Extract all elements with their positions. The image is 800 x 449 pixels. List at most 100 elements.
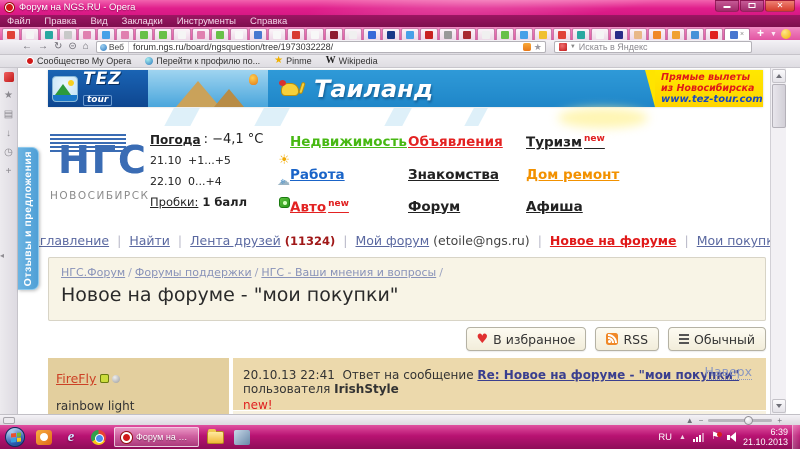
site-link-ads[interactable]: Объявленияnew — [408, 134, 526, 151]
favorite-button[interactable]: ♥ В избранное — [466, 327, 587, 351]
scroll-up-button[interactable] — [772, 69, 786, 83]
back-to-top-link[interactable]: Наверх — [705, 364, 752, 380]
browser-tab[interactable] — [116, 28, 134, 40]
menu-help[interactable]: Справка — [250, 16, 287, 27]
browser-tab[interactable] — [21, 28, 39, 40]
show-desktop-button[interactable] — [792, 425, 800, 449]
taskbar-explorer-folder-icon[interactable] — [204, 427, 226, 447]
close-button[interactable]: ✕ — [765, 0, 795, 12]
maximize-button[interactable] — [740, 0, 764, 12]
browser-tab[interactable] — [629, 28, 647, 40]
browser-tab[interactable] — [667, 28, 685, 40]
site-link-tourism[interactable]: Туризмnew — [526, 134, 636, 151]
zoom-out-icon[interactable]: − — [699, 417, 704, 425]
volume-icon[interactable] — [727, 432, 736, 442]
ngs-logo[interactable]: НГС — [58, 138, 148, 182]
browser-tab[interactable] — [268, 28, 286, 40]
network-icon[interactable] — [693, 433, 704, 442]
browser-tab[interactable] — [382, 28, 400, 40]
taskbar-internet-explorer-icon[interactable]: e — [60, 427, 82, 447]
site-link-realty[interactable]: Недвижимостьnew — [290, 134, 408, 151]
browser-tab[interactable] — [40, 28, 58, 40]
rewind-button[interactable]: ⊝ — [68, 42, 76, 52]
browser-tab[interactable] — [686, 28, 704, 40]
browser-tab[interactable] — [534, 28, 552, 40]
browser-tab[interactable] — [135, 28, 153, 40]
site-link-home-repair[interactable]: Дом ремонтnew — [526, 167, 636, 183]
add-panel-icon[interactable]: + — [6, 167, 12, 177]
menu-bookmarks[interactable]: Закладки — [122, 16, 163, 27]
new-tab-button[interactable]: + — [757, 27, 764, 39]
zoom-slider-track[interactable] — [708, 419, 772, 422]
site-link-dating[interactable]: Знакомстваnew — [408, 167, 526, 183]
browser-tab[interactable] — [420, 28, 438, 40]
browser-tab[interactable] — [705, 28, 723, 40]
site-link-afisha[interactable]: Афишаnew — [526, 199, 636, 216]
menu-file[interactable]: Файл — [7, 16, 30, 27]
bookmark-wikipedia[interactable]: WWikipedia — [326, 56, 378, 66]
home-button[interactable]: ⌂ — [83, 42, 89, 52]
menu-edit[interactable]: Правка — [44, 16, 76, 27]
start-button[interactable] — [5, 427, 25, 447]
author-link[interactable]: FireFly — [56, 371, 96, 386]
browser-tab[interactable] — [439, 28, 457, 40]
browser-tab[interactable] — [401, 28, 419, 40]
search-engine-dropdown-icon[interactable]: ▼ — [570, 44, 576, 50]
site-link-jobs[interactable]: Работаnew — [290, 167, 408, 183]
history-panel-icon[interactable]: ◷ — [4, 148, 13, 158]
zoom-in-icon[interactable]: + — [777, 417, 782, 425]
tab-list-dropdown-icon[interactable]: ▼ — [770, 31, 777, 38]
search-placeholder[interactable]: Искать в Яндекс — [579, 42, 648, 52]
traffic-label[interactable]: Пробки: — [150, 195, 198, 209]
browser-tab[interactable] — [496, 28, 514, 40]
scrollbar[interactable] — [770, 68, 786, 414]
browser-tab[interactable] — [230, 28, 248, 40]
notes-panel-icon[interactable]: ▤ — [4, 110, 13, 120]
taskbar-app-icon[interactable] — [231, 427, 253, 447]
browser-tab[interactable] — [515, 28, 533, 40]
bookmark-pinme[interactable]: ★Pinme — [274, 56, 311, 66]
url-text[interactable]: forum.ngs.ru/board/ngsquestion/tree/1973… — [133, 42, 523, 52]
tray-clock[interactable]: 6:39 21.10.2013 — [743, 427, 788, 447]
zoom-menu-icon[interactable]: ▲ — [686, 417, 694, 425]
back-button[interactable]: ← — [22, 42, 32, 52]
rss-button[interactable]: RSS — [595, 327, 659, 351]
search-engine-icon[interactable] — [559, 43, 567, 51]
panels-toggle-icon[interactable] — [781, 29, 791, 39]
action-center-flag-icon[interactable]: ⚑ — [711, 432, 720, 442]
bookmark-star-icon[interactable]: ★ — [534, 43, 542, 52]
nav-my-purchases[interactable]: Мои покупки — [697, 233, 770, 248]
scroll-down-button[interactable] — [772, 399, 786, 413]
browser-tab[interactable] — [458, 28, 476, 40]
site-link-forum[interactable]: Форумnew — [408, 199, 526, 216]
search-field[interactable]: ▼ Искать в Яндекс — [554, 41, 752, 53]
crumb-opinions[interactable]: НГС - Ваши мнения и вопросы — [261, 266, 436, 279]
browser-tab[interactable] — [173, 28, 191, 40]
browser-tab[interactable] — [306, 28, 324, 40]
ad-banner[interactable]: TEZ tour Таиланд Прямые вылеты из Новоси… — [48, 70, 763, 107]
browser-tab[interactable] — [610, 28, 628, 40]
browser-tab[interactable] — [363, 28, 381, 40]
tray-expand-icon[interactable]: ▲ — [679, 434, 686, 441]
feedback-tab[interactable]: Отзывы и предложения — [18, 147, 39, 290]
browser-tab[interactable] — [477, 28, 495, 40]
language-indicator[interactable]: RU — [658, 432, 672, 443]
bookmark-profile[interactable]: Перейти к профилю по... — [145, 56, 260, 66]
browser-tab[interactable] — [287, 28, 305, 40]
browser-tab[interactable] — [192, 28, 210, 40]
browser-tab[interactable] — [572, 28, 590, 40]
taskbar-media-player-icon[interactable] — [33, 427, 55, 447]
crumb-support-forums[interactable]: Форумы поддержки — [135, 266, 252, 279]
taskbar-active-opera-task[interactable]: Форум на NGS.R... — [114, 427, 199, 447]
reply-link[interactable]: Re: Новое на форуме - "мои покупки" — [477, 368, 739, 382]
weather-label[interactable]: Погода — [150, 133, 201, 147]
nav-my-forum[interactable]: Мой форум — [356, 233, 430, 248]
browser-tab[interactable] — [249, 28, 267, 40]
nav-friends-feed[interactable]: Лента друзей — [190, 233, 281, 248]
address-field[interactable]: Веб forum.ngs.ru/board/ngsquestion/tree/… — [96, 41, 546, 53]
browser-tab[interactable] — [154, 28, 172, 40]
nav-contents[interactable]: Оглавление — [30, 233, 109, 248]
security-badge[interactable]: Веб — [100, 42, 129, 52]
downloads-panel-icon[interactable]: ↓ — [6, 129, 11, 139]
browser-tab[interactable] — [211, 28, 229, 40]
